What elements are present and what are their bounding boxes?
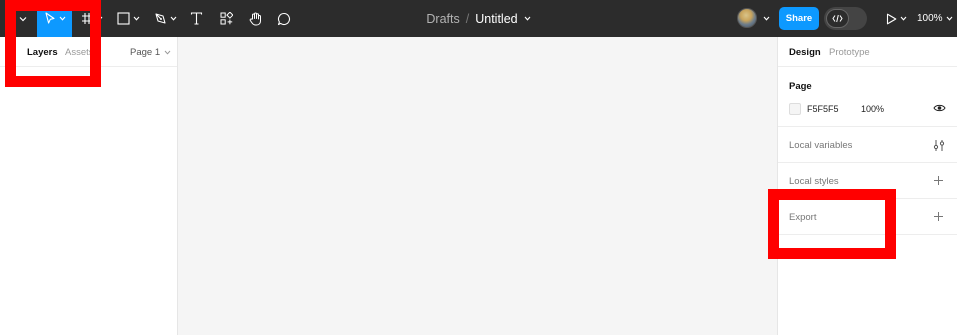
breadcrumb-separator: / — [465, 11, 470, 26]
variables-icon[interactable] — [933, 139, 945, 152]
shape-tool-button[interactable] — [113, 0, 143, 37]
comment-tool-button[interactable] — [273, 0, 295, 37]
shape-tool-icon — [116, 12, 130, 25]
zoom-level: 100% — [917, 13, 943, 24]
plus-icon[interactable] — [933, 175, 944, 186]
pen-tool-icon — [154, 13, 166, 24]
right-sidebar: Design Prototype Page F5F5F5 100% Local … — [777, 37, 957, 335]
comment-icon — [277, 12, 290, 25]
hand-tool-button[interactable] — [244, 0, 266, 37]
dev-mode-toggle[interactable] — [824, 7, 867, 30]
page-section-title: Page — [789, 81, 812, 92]
local-variables-section[interactable]: Local variables — [778, 127, 957, 163]
page-selector-label: Page 1 — [130, 47, 161, 58]
present-button[interactable] — [882, 0, 910, 37]
figma-editor: Drafts / Untitled Share 100% Layers Asse… — [0, 0, 957, 335]
canvas[interactable] — [178, 37, 777, 335]
page-opacity-value[interactable]: 100% — [861, 104, 884, 114]
page-section: Page F5F5F5 100% — [778, 67, 957, 127]
right-panel-tabs: Design Prototype — [778, 37, 957, 67]
file-menu-chevron-icon[interactable] — [524, 16, 531, 21]
page-color-value[interactable]: F5F5F5 — [807, 104, 839, 114]
highlight-box-export — [768, 189, 896, 259]
hand-tool-icon — [249, 12, 261, 25]
zoom-menu[interactable]: 100% — [917, 0, 953, 37]
plus-icon[interactable] — [933, 211, 944, 222]
share-button[interactable]: Share — [779, 7, 819, 30]
resources-button[interactable] — [215, 0, 237, 37]
text-tool-icon — [190, 12, 202, 25]
text-tool-button[interactable] — [185, 0, 207, 37]
toolbar: Drafts / Untitled Share 100% — [0, 0, 957, 37]
avatar[interactable] — [737, 8, 757, 28]
tab-design[interactable]: Design — [789, 47, 821, 58]
local-styles-label: Local styles — [789, 176, 839, 187]
eye-icon[interactable] — [933, 103, 946, 113]
page-chevron-icon — [164, 50, 171, 55]
present-icon — [886, 13, 896, 24]
page-selector[interactable]: Page 1 — [130, 47, 171, 58]
pen-tool-button[interactable] — [150, 0, 180, 37]
zoom-chevron-icon — [946, 16, 952, 21]
highlight-box-layers — [5, 0, 101, 87]
avatar-chevron-icon[interactable] — [760, 0, 772, 37]
local-variables-label: Local variables — [789, 140, 853, 151]
file-name[interactable]: Untitled — [475, 12, 517, 26]
page-color-swatch[interactable] — [789, 103, 801, 115]
breadcrumb-drafts[interactable]: Drafts — [426, 12, 459, 26]
code-icon — [826, 9, 849, 28]
resources-icon — [220, 12, 233, 25]
tab-prototype[interactable]: Prototype — [829, 47, 870, 58]
